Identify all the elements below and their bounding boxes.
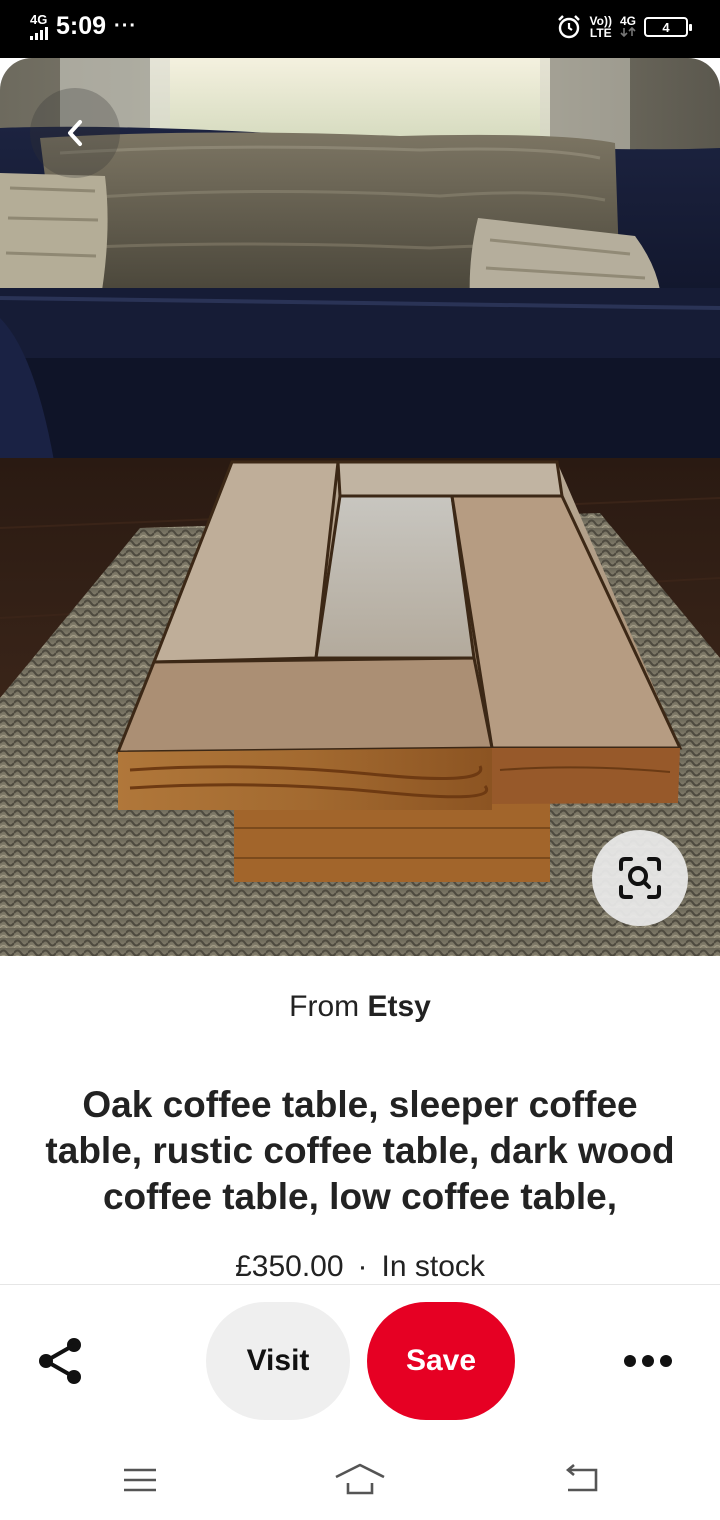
network-type: 4G — [30, 11, 48, 27]
alarm-icon — [557, 15, 580, 39]
nav-home-button[interactable] — [330, 1458, 390, 1502]
coffee-table-photo — [0, 58, 720, 956]
save-button[interactable]: Save — [367, 1302, 515, 1420]
price-line: £350.00 · In stock — [0, 1250, 720, 1284]
network-right-label: 4G — [619, 14, 636, 28]
more-button[interactable] — [612, 1335, 684, 1387]
pin-image[interactable] — [0, 58, 720, 956]
network-right: 4G — [620, 15, 636, 39]
back-icon — [565, 1464, 598, 1492]
data-arrows-icon — [620, 26, 636, 38]
battery-level: 4 — [662, 19, 670, 35]
share-icon — [39, 1338, 81, 1384]
visit-button[interactable]: Visit — [206, 1302, 350, 1420]
battery-icon: 4 — [644, 17, 692, 37]
stock-status: In stock — [381, 1250, 485, 1283]
share-button[interactable] — [30, 1331, 90, 1391]
source-name[interactable]: Etsy — [367, 990, 430, 1023]
nav-back-button[interactable] — [550, 1458, 610, 1502]
nav-menu-button[interactable] — [110, 1458, 170, 1502]
menu-icon — [124, 1468, 156, 1492]
back-button[interactable] — [30, 88, 120, 178]
price: £350.00 — [235, 1250, 344, 1283]
more-icon — [624, 1355, 636, 1367]
more-icon-dot — [642, 1355, 654, 1367]
lte-label: LTE — [589, 26, 612, 40]
pin-title: Oak coffee table, sleeper coffee table, … — [45, 1084, 675, 1217]
notification-overflow: ··· — [114, 15, 138, 37]
system-nav-bar — [0, 1440, 720, 1520]
status-bar: 4G 5:09 ··· Vo)) LTE 4G 4 — [0, 0, 720, 58]
cell-signal: 4G — [30, 11, 48, 40]
source-prefix: From — [289, 990, 360, 1023]
visual-search-icon — [619, 857, 661, 899]
price-separator: · — [357, 1250, 368, 1283]
clock: 5:09 — [56, 12, 107, 40]
home-icon — [335, 1463, 385, 1495]
status-right: Vo)) LTE 4G 4 — [556, 14, 692, 40]
more-icon-dot — [660, 1355, 672, 1367]
volte-indicator: Vo)) LTE — [590, 15, 612, 39]
back-arrow-icon — [68, 120, 82, 146]
action-bar: Visit Save — [0, 1284, 720, 1440]
signal-icon — [30, 26, 48, 40]
visual-search-button[interactable] — [592, 830, 688, 926]
status-left: 4G 5:09 ··· — [30, 12, 137, 41]
pin-source: From Etsy — [0, 990, 720, 1024]
